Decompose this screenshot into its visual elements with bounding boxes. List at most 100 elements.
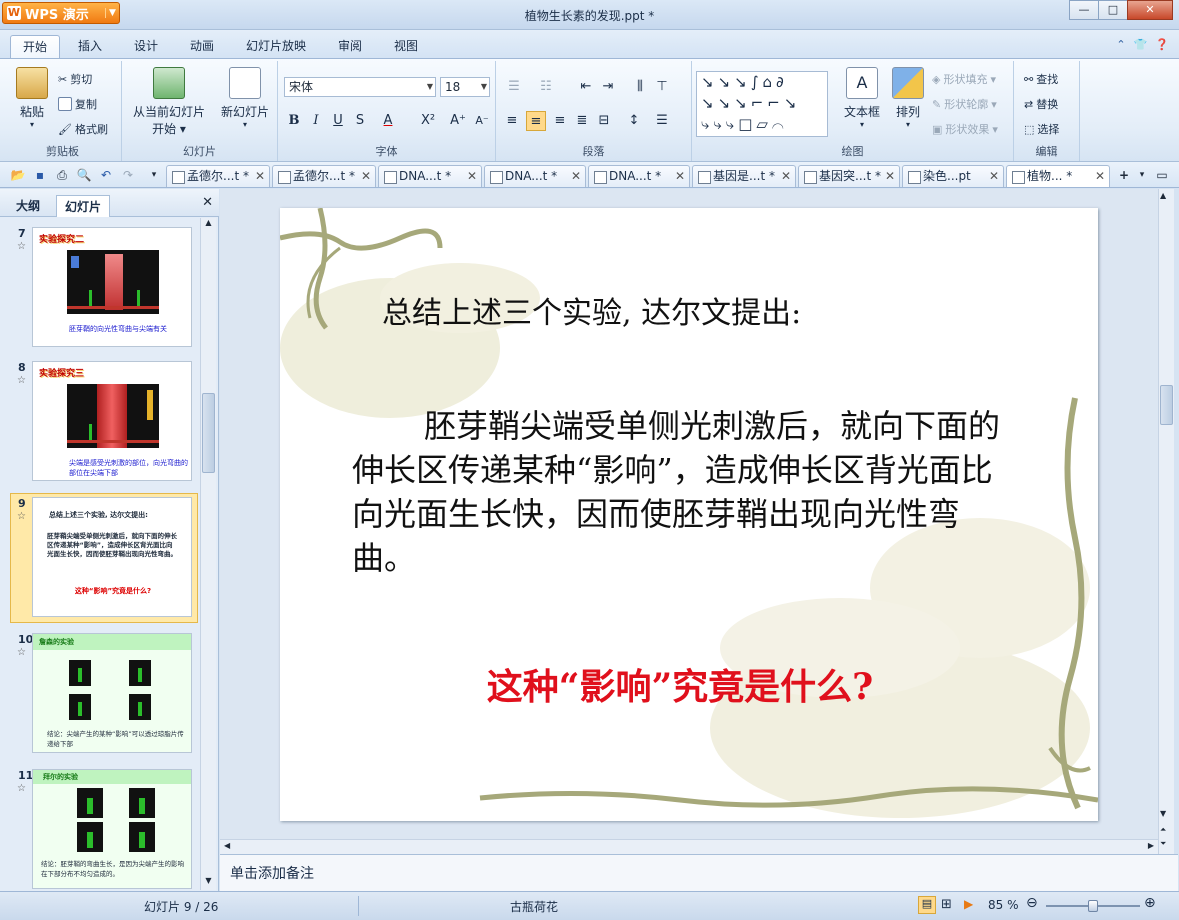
- customize-toolbar-icon[interactable]: ▾: [146, 167, 162, 183]
- shape-effect-button[interactable]: ▣ 形状效果 ▾: [932, 121, 998, 137]
- slideshow-view-icon[interactable]: ▶: [964, 897, 973, 911]
- zoom-in-icon[interactable]: ⊕: [1144, 895, 1156, 911]
- shrink-font-button[interactable]: A⁻: [472, 111, 492, 131]
- align-right-icon[interactable]: ≡: [550, 111, 570, 131]
- new-slide-button[interactable]: 新幻灯片 ▾: [216, 67, 274, 129]
- doc-tab[interactable]: 孟德尔...t * ✕: [166, 165, 270, 187]
- minimize-button[interactable]: —: [1069, 0, 1099, 20]
- skin-icon[interactable]: 👕: [1134, 38, 1148, 51]
- scroll-right-icon[interactable]: ▶: [1148, 841, 1154, 850]
- bold-button[interactable]: B: [284, 111, 304, 131]
- tab-view[interactable]: 视图: [382, 35, 430, 58]
- scroll-thumb[interactable]: [202, 393, 215, 473]
- slide-vertical-scrollbar[interactable]: ▲ ▼ ⏶ ⏷: [1158, 189, 1174, 854]
- font-name-select[interactable]: 宋体 ▼: [284, 77, 436, 97]
- align-text-icon[interactable]: ⊤: [652, 77, 672, 97]
- close-tab-icon[interactable]: ✕: [989, 166, 999, 187]
- font-size-select[interactable]: 18 ▼: [440, 77, 490, 97]
- prev-slide-icon[interactable]: ⏶: [1160, 825, 1166, 835]
- close-tab-icon[interactable]: ✕: [885, 166, 895, 187]
- bullets-icon[interactable]: ☰: [504, 77, 524, 97]
- shapes-gallery[interactable]: ↘↘↘∫⌂∂ ↘↘↘⌐⌐↘ ⤷⤷⤷□▱⌒: [696, 71, 828, 137]
- columns-icon[interactable]: ☰: [652, 111, 672, 131]
- format-painter-button[interactable]: 🖌 格式刷: [58, 121, 108, 137]
- undo-icon[interactable]: ↶: [98, 167, 114, 183]
- slide-canvas[interactable]: 总结上述三个实验, 达尔文提出: 胚芽鞘尖端受单侧光刺激后，就向下面的伸长区传递…: [280, 208, 1098, 821]
- scroll-up-icon[interactable]: ▲: [202, 218, 215, 232]
- select-button[interactable]: ⬚ 选择: [1024, 121, 1059, 137]
- close-tab-icon[interactable]: ✕: [467, 166, 477, 187]
- scroll-left-icon[interactable]: ◀: [224, 841, 230, 850]
- tab-review[interactable]: 审阅: [326, 35, 374, 58]
- replace-button[interactable]: ⇄ 替换: [1024, 96, 1058, 112]
- tab-outline[interactable]: 大纲: [8, 195, 48, 217]
- scroll-down-icon[interactable]: ▼: [202, 876, 215, 890]
- justify-icon[interactable]: ≣: [572, 111, 592, 131]
- tab-design[interactable]: 设计: [122, 35, 170, 58]
- textbox-button[interactable]: A 文本框 ▾: [836, 67, 888, 129]
- shadow-button[interactable]: S: [350, 111, 370, 131]
- close-tab-icon[interactable]: ✕: [571, 166, 581, 187]
- play-from-current-button[interactable]: 从当前幻灯片 开始 ▾: [126, 67, 212, 137]
- doc-tab[interactable]: DNA...t * ✕: [588, 165, 690, 187]
- save-icon[interactable]: ▪: [32, 167, 48, 183]
- find-button[interactable]: ⚯ 查找: [1024, 71, 1058, 87]
- paste-button[interactable]: 粘贴 ▾: [10, 67, 54, 129]
- doc-tab[interactable]: DNA...t * ✕: [378, 165, 482, 187]
- scroll-down-icon[interactable]: ▼: [1160, 809, 1166, 818]
- slide-sorter-icon[interactable]: ⊞: [941, 897, 952, 912]
- shape-outline-button[interactable]: ✎ 形状轮廓 ▾: [932, 96, 997, 112]
- doc-tab[interactable]: 染色...pt ✕: [902, 165, 1004, 187]
- print-icon[interactable]: ⎙: [54, 167, 70, 183]
- close-tab-icon[interactable]: ✕: [675, 166, 685, 187]
- zoom-slider[interactable]: [1046, 900, 1140, 912]
- maximize-button[interactable]: □: [1098, 0, 1128, 20]
- text-direction-icon[interactable]: ⫼: [630, 77, 650, 97]
- doc-tab-active[interactable]: 植物... * ✕: [1006, 165, 1110, 187]
- align-left-icon[interactable]: ≡: [502, 111, 522, 131]
- close-tab-icon[interactable]: ✕: [255, 166, 265, 187]
- copy-button[interactable]: 复制: [58, 96, 97, 112]
- italic-button[interactable]: I: [306, 111, 326, 131]
- shape-fill-button[interactable]: ◈ 形状填充 ▾: [932, 71, 996, 87]
- zoom-slider-thumb[interactable]: [1088, 900, 1098, 912]
- underline-button[interactable]: U: [328, 111, 348, 131]
- scroll-up-icon[interactable]: ▲: [1160, 191, 1166, 200]
- tab-home[interactable]: 开始: [10, 35, 61, 58]
- grow-font-button[interactable]: A⁺: [448, 111, 468, 131]
- close-tab-icon[interactable]: ✕: [1095, 166, 1105, 187]
- close-icon[interactable]: ✕: [202, 195, 213, 210]
- numbering-icon[interactable]: ☷: [536, 77, 556, 97]
- tab-animation[interactable]: 动画: [178, 35, 226, 58]
- close-window-button[interactable]: ✕: [1127, 0, 1173, 20]
- print-preview-icon[interactable]: 🔍: [76, 167, 92, 183]
- tab-insert[interactable]: 插入: [66, 35, 114, 58]
- normal-view-icon[interactable]: ▤: [918, 896, 936, 914]
- tab-slides[interactable]: 幻灯片: [56, 195, 111, 217]
- doc-tab[interactable]: 基因是...t * ✕: [692, 165, 796, 187]
- close-tab-icon[interactable]: ✕: [361, 166, 371, 187]
- superscript-button[interactable]: X²: [418, 111, 438, 131]
- redo-icon[interactable]: ↷: [120, 167, 136, 183]
- next-slide-icon[interactable]: ⏷: [1160, 839, 1166, 849]
- open-folder-icon[interactable]: 📂: [10, 167, 26, 183]
- font-color-button[interactable]: A: [378, 111, 398, 131]
- tab-list-icon[interactable]: ▾: [1134, 167, 1150, 183]
- tab-slideshow[interactable]: 幻灯片放映: [234, 35, 318, 58]
- panel-scrollbar[interactable]: ▲ ▼: [200, 218, 216, 890]
- doc-tab[interactable]: DNA...t * ✕: [484, 165, 586, 187]
- decrease-indent-icon[interactable]: ⇤: [576, 77, 596, 97]
- increase-indent-icon[interactable]: ⇥: [598, 77, 618, 97]
- help-icon[interactable]: ❓: [1155, 38, 1169, 51]
- notes-pane[interactable]: 单击添加备注: [220, 854, 1178, 891]
- doc-tab[interactable]: 基因突...t * ✕: [798, 165, 900, 187]
- scroll-thumb[interactable]: [1160, 385, 1173, 425]
- close-tab-icon[interactable]: ✕: [781, 166, 791, 187]
- window-layout-icon[interactable]: ▭: [1154, 167, 1170, 183]
- arrange-button[interactable]: 排列 ▾: [888, 67, 928, 129]
- cut-button[interactable]: ✂ 剪切: [58, 71, 92, 87]
- align-center-icon[interactable]: ≡: [526, 111, 546, 131]
- distribute-icon[interactable]: ⊟: [594, 111, 614, 131]
- chevron-up-icon[interactable]: ⌃: [1116, 38, 1125, 51]
- doc-tab[interactable]: 孟德尔...t * ✕: [272, 165, 376, 187]
